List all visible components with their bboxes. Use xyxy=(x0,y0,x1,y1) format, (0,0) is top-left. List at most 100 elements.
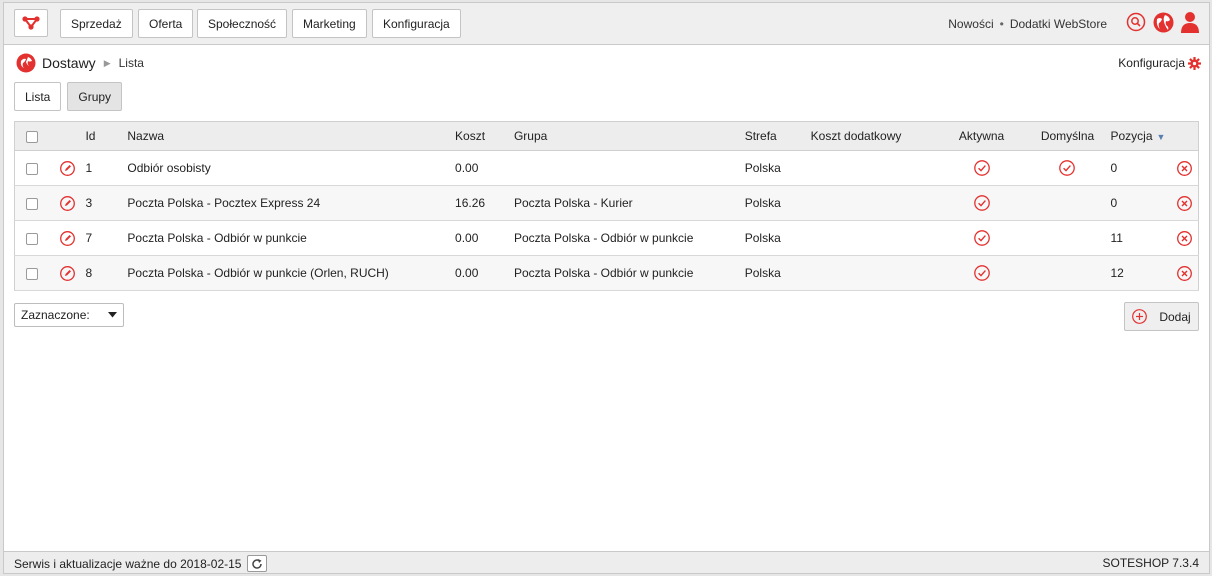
header-extra-cost[interactable]: Koszt dodatkowy xyxy=(811,122,939,151)
cell-position: 0 xyxy=(1110,196,1118,210)
config-link-label: Konfiguracja xyxy=(1118,56,1185,70)
cell-active xyxy=(939,186,1025,221)
breadcrumb-separator-icon: ▶ xyxy=(103,57,111,68)
default-check-icon[interactable] xyxy=(1059,160,1076,176)
version-label: SOTESHOP 7.3.4 xyxy=(1102,556,1200,570)
delete-icon[interactable] xyxy=(1177,195,1193,211)
logo-button[interactable] xyxy=(14,9,48,37)
addons-link[interactable]: Dodatki WebStore xyxy=(1010,17,1107,31)
refresh-button[interactable] xyxy=(247,555,268,572)
row-select-cell xyxy=(15,221,50,256)
cell-name[interactable]: Odbiór osobisty xyxy=(127,151,455,186)
cell-extra-cost xyxy=(811,221,939,256)
deliveries-icon xyxy=(16,53,36,73)
row-edit-cell xyxy=(49,151,85,186)
header-position[interactable]: Pozycja ▼ xyxy=(1110,122,1171,151)
delete-icon[interactable] xyxy=(1177,230,1193,246)
row-edit-cell xyxy=(49,256,85,291)
delete-icon[interactable] xyxy=(1177,265,1193,281)
row-checkbox[interactable] xyxy=(26,162,39,175)
row-delete-cell xyxy=(1171,221,1198,256)
active-check-icon[interactable] xyxy=(973,230,990,246)
cell-extra-cost xyxy=(811,256,939,291)
header-active[interactable]: Aktywna xyxy=(939,122,1025,151)
cell-cost: 16.26 xyxy=(455,196,486,210)
bulk-action-label: Zaznaczone: xyxy=(21,308,90,322)
cell-default xyxy=(1025,221,1111,256)
cell-name[interactable]: Poczta Polska - Odbiór w punkcie (Orlen,… xyxy=(127,256,455,291)
nav-spolecznosc[interactable]: Społeczność xyxy=(197,9,288,38)
add-button[interactable]: Dodaj xyxy=(1124,302,1199,331)
header-edit xyxy=(49,122,85,151)
row-checkbox[interactable] xyxy=(26,232,39,245)
app-window: Sprzedaż Oferta Społeczność Marketing Ko… xyxy=(3,2,1210,574)
add-button-label: Dodaj xyxy=(1159,309,1191,324)
cell-zone: Polska xyxy=(744,161,781,175)
tab-grupy[interactable]: Grupy xyxy=(67,82,123,111)
logo-icon xyxy=(22,16,40,30)
active-check-icon[interactable] xyxy=(973,265,990,281)
header-zone[interactable]: Strefa xyxy=(745,122,811,151)
cell-zone: Polska xyxy=(744,231,781,245)
deliveries-table: Id Nazwa Koszt Grupa Strefa Koszt dodatk… xyxy=(14,121,1199,291)
breadcrumb-current: Lista xyxy=(118,56,144,70)
edit-icon[interactable] xyxy=(60,160,75,176)
cell-position: 0 xyxy=(1110,161,1118,175)
cell-group: Poczta Polska - Kurier xyxy=(513,196,633,210)
globe-icon[interactable] xyxy=(1152,11,1174,33)
cell-id: 8 xyxy=(85,266,93,280)
cell-position: 12 xyxy=(1110,266,1124,280)
search-icon[interactable] xyxy=(1125,11,1147,33)
cell-default xyxy=(1025,151,1111,186)
config-link[interactable]: Konfiguracja xyxy=(1118,56,1201,70)
header-default[interactable]: Domyślna xyxy=(1025,122,1111,151)
table-row[interactable]: 7 Poczta Polska - Odbiór w punkcie 0.00 Poc… xyxy=(14,221,1199,256)
nav-oferta[interactable]: Oferta xyxy=(138,9,194,38)
edit-icon[interactable] xyxy=(60,195,75,211)
header-group[interactable]: Grupa xyxy=(514,122,745,151)
top-icons xyxy=(1125,11,1201,33)
nav-marketing[interactable]: Marketing xyxy=(292,9,367,38)
delete-icon[interactable] xyxy=(1177,160,1193,176)
edit-icon[interactable] xyxy=(60,230,75,246)
refresh-icon xyxy=(252,558,263,569)
cell-name[interactable]: Poczta Polska - Odbiór w punkcie xyxy=(127,221,455,256)
cell-zone: Polska xyxy=(744,196,781,210)
sort-desc-icon: ▼ xyxy=(1156,132,1166,142)
table-row[interactable]: 1 Odbiór osobisty 0.00 Polska 0 xyxy=(14,151,1199,186)
active-check-icon[interactable] xyxy=(973,160,990,176)
select-all-checkbox[interactable] xyxy=(26,130,39,143)
header-name[interactable]: Nazwa xyxy=(127,122,455,151)
row-select-cell xyxy=(15,186,50,221)
cell-position: 11 xyxy=(1110,231,1123,245)
nav-konfiguracja[interactable]: Konfiguracja xyxy=(372,9,461,38)
row-delete-cell xyxy=(1171,256,1198,291)
active-check-icon[interactable] xyxy=(973,195,990,211)
tab-lista[interactable]: Lista xyxy=(14,82,62,111)
select-all-cell xyxy=(15,122,50,151)
header-cost[interactable]: Koszt xyxy=(455,122,514,151)
table-row[interactable]: 8 Poczta Polska - Odbiór w punkcie (Orlen… xyxy=(14,255,1199,291)
edit-icon[interactable] xyxy=(60,265,75,281)
header-delete xyxy=(1171,122,1198,151)
table-row[interactable]: 3 Poczta Polska - Pocztex Express 24 16.26… xyxy=(14,185,1199,221)
row-checkbox[interactable] xyxy=(26,267,39,280)
row-checkbox[interactable] xyxy=(26,197,39,210)
news-link[interactable]: Nowości xyxy=(948,17,993,31)
header-id[interactable]: Id xyxy=(85,122,127,151)
user-icon[interactable] xyxy=(1179,11,1201,33)
cell-cost: 0.00 xyxy=(455,161,479,175)
breadcrumb-main[interactable]: Dostawy xyxy=(42,55,96,71)
cell-active xyxy=(939,221,1025,256)
bulk-action-select[interactable]: Zaznaczone: xyxy=(14,303,124,327)
link-separator: • xyxy=(999,17,1004,31)
cell-cost: 0.00 xyxy=(455,266,479,280)
breadcrumb: Dostawy ▶ Lista xyxy=(16,53,144,73)
gear-icon xyxy=(1188,56,1201,70)
cell-default xyxy=(1025,256,1111,291)
cell-name[interactable]: Poczta Polska - Pocztex Express 24 xyxy=(127,186,455,221)
nav-sprzedaz[interactable]: Sprzedaż xyxy=(60,9,133,38)
row-delete-cell xyxy=(1171,186,1198,221)
top-navigation: Sprzedaż Oferta Społeczność Marketing Ko… xyxy=(4,3,1209,45)
cell-active xyxy=(939,151,1025,186)
